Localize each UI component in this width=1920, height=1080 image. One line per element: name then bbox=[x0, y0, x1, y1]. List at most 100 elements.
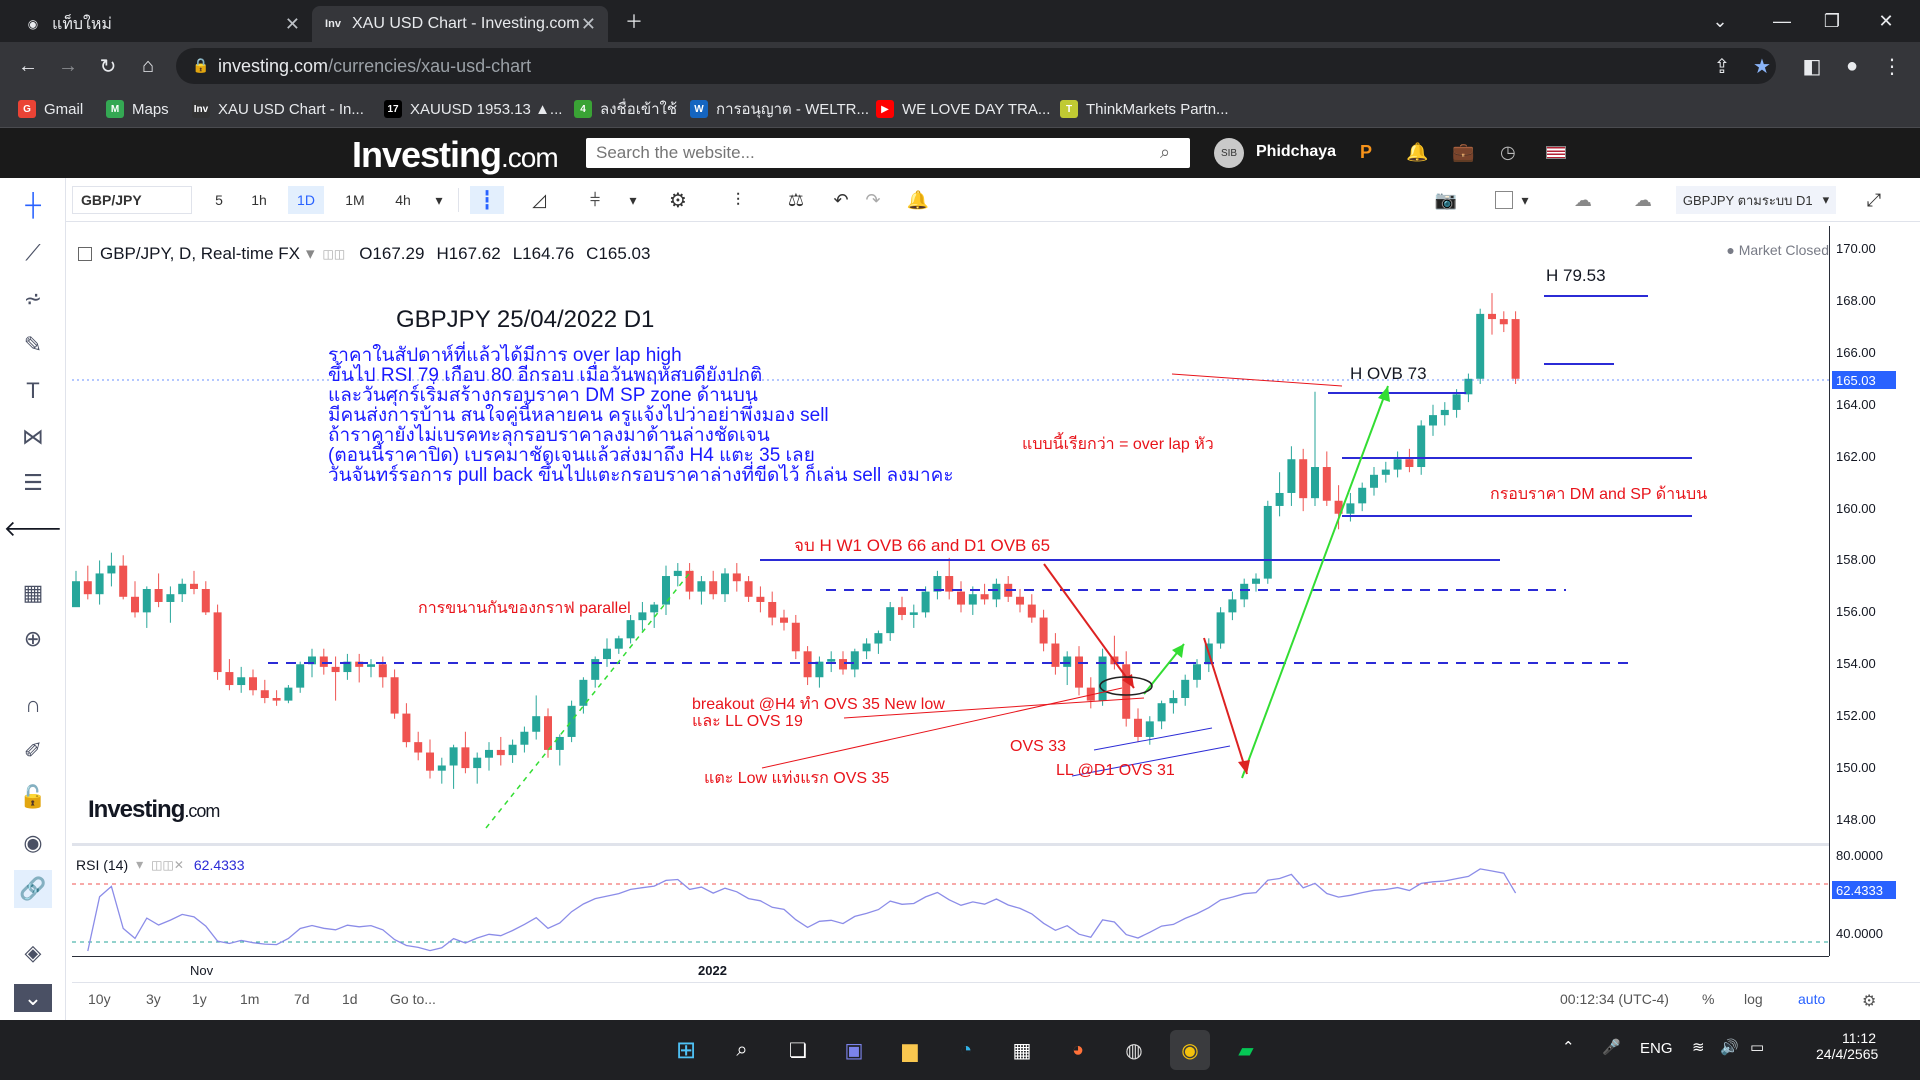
range-3y[interactable]: 3y bbox=[146, 991, 161, 1007]
tab-xau-chart[interactable]: Inv XAU USD Chart - Investing.com ✕ bbox=[312, 6, 608, 42]
windows-start-icon[interactable]: ⊞ bbox=[666, 1030, 706, 1070]
alert-icon[interactable]: 🔔 bbox=[900, 186, 936, 214]
maximize-button[interactable]: ❐ bbox=[1812, 6, 1852, 36]
chrome-icon[interactable]: ◉ bbox=[1170, 1030, 1210, 1070]
gear-icon[interactable]: ⚙ bbox=[1862, 991, 1876, 1011]
symbol-input[interactable]: GBP/JPY bbox=[72, 186, 192, 214]
interval-5[interactable]: 5 bbox=[204, 186, 234, 214]
rsi-pane[interactable]: RSI (14) ▾ ◫◫✕ 62.4333 bbox=[72, 846, 1829, 956]
share-icon[interactable]: ⇪ bbox=[1706, 50, 1738, 82]
chevron-down-icon[interactable]: ▾ bbox=[428, 186, 450, 214]
rsi-controls-icon[interactable]: ◫◫✕ bbox=[151, 858, 184, 872]
new-tab-button[interactable]: ＋ bbox=[614, 6, 654, 36]
range-1m[interactable]: 1m bbox=[240, 991, 259, 1007]
cloud-upload-icon[interactable]: ☁ bbox=[1620, 186, 1666, 214]
interval-1h[interactable]: 1h bbox=[244, 186, 274, 214]
pro-icon[interactable]: P bbox=[1360, 142, 1372, 163]
gear-icon[interactable]: ⚙ bbox=[660, 186, 696, 214]
red-arrow-down-2[interactable] bbox=[1203, 637, 1248, 775]
range-1y[interactable]: 1y bbox=[192, 991, 207, 1007]
crosshair-icon[interactable]: ┼ bbox=[14, 186, 52, 224]
bookmark-xauusd[interactable]: 17 XAUUSD 1953.13 ▲... bbox=[384, 98, 562, 120]
username[interactable]: Phidchaya bbox=[1256, 143, 1336, 161]
bookmark-youtube[interactable]: ▶ WE LOVE DAY TRA... bbox=[876, 98, 1050, 120]
log-toggle[interactable]: log bbox=[1744, 991, 1763, 1007]
range-1d[interactable]: 1d bbox=[342, 991, 358, 1007]
file-explorer-icon[interactable]: ▆ bbox=[890, 1030, 930, 1070]
time-axis[interactable]: Nov 2022 bbox=[72, 956, 1829, 982]
text-icon[interactable]: T bbox=[14, 372, 52, 410]
close-window-button[interactable]: ✕ bbox=[1866, 6, 1906, 36]
search-icon[interactable]: ⌕ bbox=[722, 1030, 762, 1070]
fib-icon[interactable]: ⩫ bbox=[14, 280, 52, 318]
bookmark-weltrade[interactable]: W การอนุญาต - WELTR... bbox=[690, 98, 869, 120]
bookmark-maps[interactable]: M Maps bbox=[106, 98, 169, 120]
bell-icon[interactable]: 🔔 bbox=[1406, 142, 1428, 163]
collapse-legend-icon[interactable] bbox=[78, 247, 92, 261]
language-indicator[interactable]: ENG bbox=[1640, 1040, 1673, 1057]
line-icon[interactable]: ▰ bbox=[1226, 1030, 1266, 1070]
bookmark-xau-chart[interactable]: Inv XAU USD Chart - In... bbox=[192, 98, 364, 120]
compare-icon[interactable]: ⫶ bbox=[720, 186, 756, 214]
redo-icon[interactable]: ↷ bbox=[858, 186, 888, 214]
back-button[interactable]: ← bbox=[12, 50, 44, 82]
tray-chevron-icon[interactable]: ⌃ bbox=[1562, 1038, 1575, 1056]
prediction-icon[interactable]: ☰ bbox=[14, 464, 52, 502]
interval-1m[interactable]: 1M bbox=[336, 186, 374, 214]
undo-icon[interactable]: ↶ bbox=[826, 186, 856, 214]
mic-icon[interactable]: 🎤 bbox=[1602, 1038, 1621, 1056]
eye-icon[interactable]: ◉ bbox=[14, 824, 52, 862]
brush-icon[interactable]: ✎ bbox=[14, 326, 52, 364]
home-button[interactable]: ⌂ bbox=[132, 50, 164, 82]
site-search-input[interactable] bbox=[586, 138, 1190, 168]
goto-button[interactable]: Go to... bbox=[390, 991, 436, 1007]
avatar[interactable]: SIB bbox=[1214, 138, 1244, 168]
zoom-in-icon[interactable]: ⊕ bbox=[14, 620, 52, 658]
auto-toggle[interactable]: auto bbox=[1798, 991, 1825, 1007]
lock-icon[interactable]: 🔓 bbox=[14, 778, 52, 816]
wifi-icon[interactable]: ≋ bbox=[1692, 1038, 1705, 1056]
pencil-lock-icon[interactable]: ✐ bbox=[14, 732, 52, 770]
magnet-icon[interactable]: ∩ bbox=[14, 686, 52, 724]
interval-1d[interactable]: 1D bbox=[288, 186, 324, 214]
link-icon[interactable]: 🔗 bbox=[14, 870, 52, 908]
store-icon[interactable]: ▦ bbox=[1002, 1030, 1042, 1070]
area-chart-icon[interactable]: ◿ bbox=[520, 186, 558, 214]
close-tab-icon[interactable]: ✕ bbox=[581, 14, 596, 35]
interval-4h[interactable]: 4h bbox=[386, 186, 420, 214]
search-icon[interactable]: ⌕ bbox=[1160, 142, 1170, 163]
firefox-icon[interactable]: ◕ bbox=[1058, 1030, 1098, 1070]
clock[interactable]: 11:12 24/4/2565 bbox=[1816, 1030, 1878, 1062]
obs-icon[interactable]: ◍ bbox=[1114, 1030, 1154, 1070]
measure-icon[interactable]: ▦ bbox=[14, 574, 52, 612]
candles-icon[interactable]: ┇ bbox=[470, 186, 504, 214]
close-tab-icon[interactable]: ✕ bbox=[285, 14, 300, 35]
price-axis[interactable]: 170.00 168.00 166.00 164.00 162.00 160.00 158.… bbox=[1829, 226, 1920, 956]
bookmark-thinkmarkets[interactable]: T ThinkMarkets Partn... bbox=[1060, 98, 1229, 120]
rsi-chart[interactable] bbox=[72, 846, 1829, 956]
reload-button[interactable]: ↻ bbox=[92, 50, 124, 82]
red-arrow-down-1[interactable] bbox=[1043, 563, 1135, 689]
clock-icon[interactable]: ◷ bbox=[1500, 142, 1516, 163]
investing-logo[interactable]: Investing.com bbox=[352, 134, 559, 176]
bookmark-gmail[interactable]: G Gmail bbox=[18, 98, 83, 120]
portfolio-icon[interactable]: 💼 bbox=[1452, 142, 1474, 163]
layout-select[interactable]: GBPJPY ตามระบบ D1 ▾ bbox=[1676, 186, 1836, 214]
chevron-down-icon[interactable]: ▾ bbox=[622, 186, 644, 214]
arrow-left-icon[interactable]: 🡐 bbox=[4, 510, 63, 548]
percent-toggle[interactable]: % bbox=[1702, 991, 1714, 1007]
bookmark-star-icon[interactable]: ★ bbox=[1746, 50, 1778, 82]
side-panel-icon[interactable]: ◧ bbox=[1796, 50, 1828, 82]
indicators-icon[interactable]: ⫩ bbox=[576, 186, 614, 214]
layers-icon[interactable]: ◈ bbox=[14, 934, 52, 972]
battery-icon[interactable]: ▭ bbox=[1750, 1038, 1764, 1056]
edge-icon[interactable]: ◔ bbox=[946, 1030, 986, 1070]
volume-icon[interactable]: 🔊 bbox=[1720, 1038, 1739, 1056]
price-chart[interactable]: GBP/JPY, D, Real-time FX ▾ ◫◫ O167.29 H1… bbox=[72, 226, 1829, 843]
cloud-download-icon[interactable]: ☁ bbox=[1560, 186, 1606, 214]
range-7d[interactable]: 7d bbox=[294, 991, 310, 1007]
trendline-icon[interactable]: ⟋ bbox=[14, 234, 52, 272]
chat-icon[interactable]: ▣ bbox=[834, 1030, 874, 1070]
scales-icon[interactable]: ⚖ bbox=[778, 186, 814, 214]
menu-icon[interactable]: ⋮ bbox=[1876, 50, 1908, 82]
